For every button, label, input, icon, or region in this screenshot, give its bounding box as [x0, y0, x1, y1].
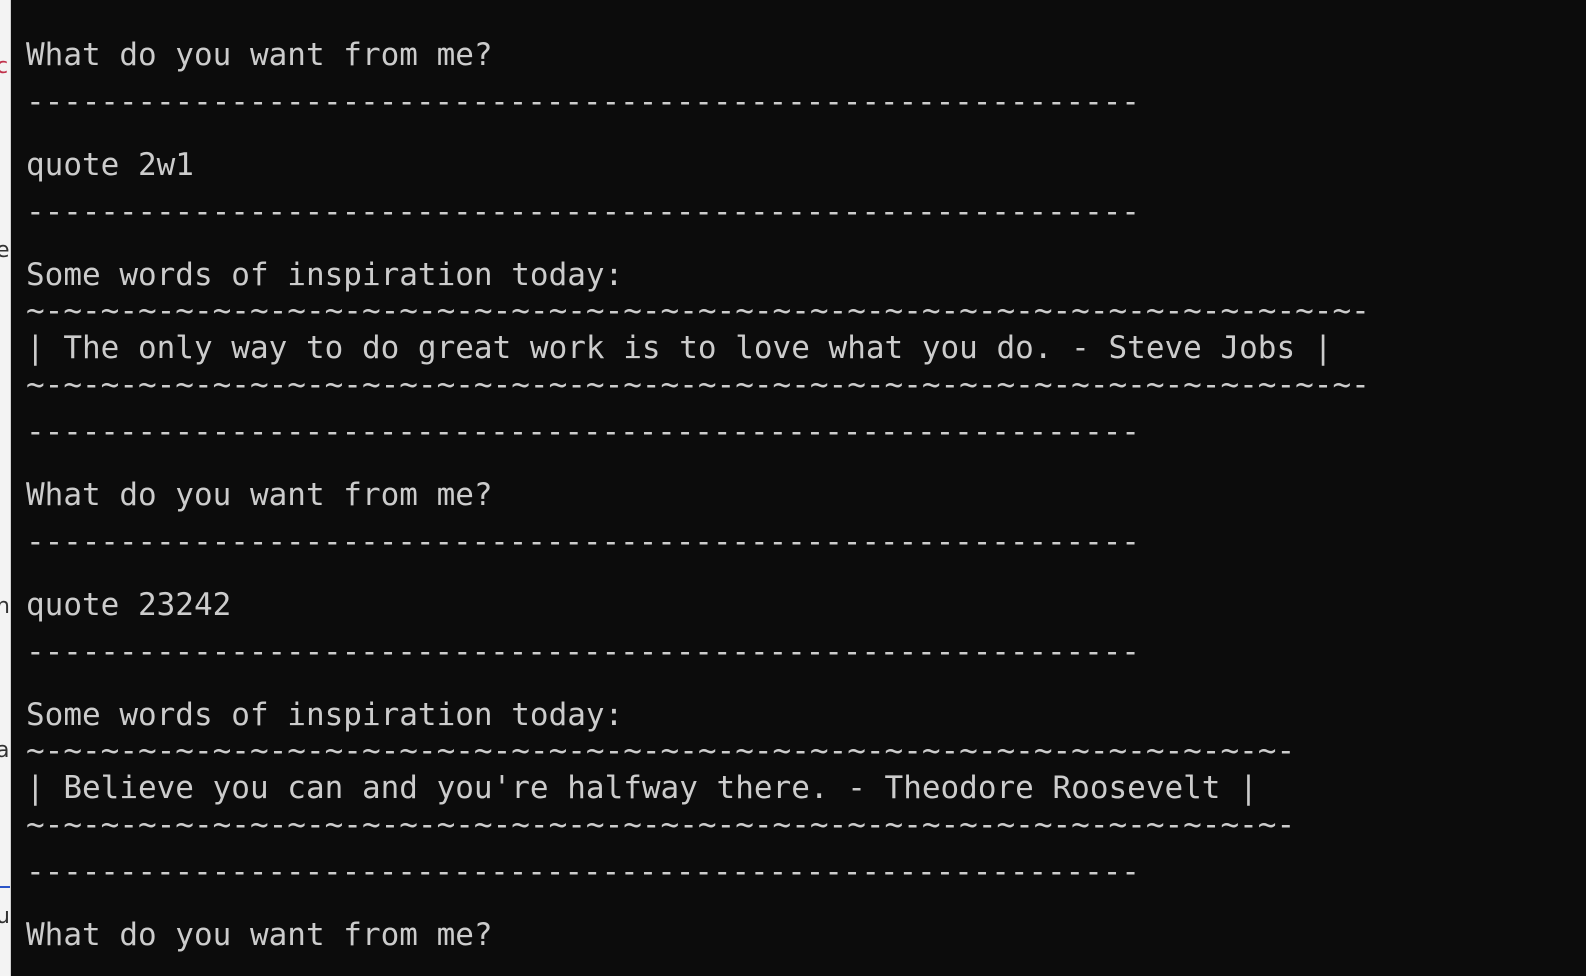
separator-line: ----------------------------------------…: [26, 414, 1140, 450]
quote-text: | Believe you can and you're halfway the…: [26, 770, 1258, 806]
command-line: quote 2w1: [26, 147, 194, 183]
section-header: Some words of inspiration today:: [26, 697, 624, 733]
background-text-fragment: e: [0, 240, 10, 262]
quote-border-bottom: ~-~-~-~-~-~-~-~-~-~-~-~-~-~-~-~-~-~-~-~-…: [26, 807, 1296, 843]
separator-line: ----------------------------------------…: [26, 854, 1140, 890]
prompt-line: What do you want from me?: [26, 917, 493, 953]
quote-border-top: ~-~-~-~-~-~-~-~-~-~-~-~-~-~-~-~-~-~-~-~-…: [26, 733, 1296, 769]
background-window-edge[interactable]: c e n a u: [0, 0, 11, 976]
terminal-window[interactable]: What do you want from me? --------------…: [11, 0, 1586, 976]
background-text-fragment: n: [0, 596, 10, 618]
prompt-line: What do you want from me?: [26, 477, 493, 513]
background-text-fragment: c: [0, 56, 8, 78]
background-text-fragment: u: [0, 906, 10, 928]
separator-line: ----------------------------------------…: [26, 524, 1140, 560]
terminal-output[interactable]: What do you want from me? --------------…: [26, 0, 1586, 953]
quote-border-bottom: ~-~-~-~-~-~-~-~-~-~-~-~-~-~-~-~-~-~-~-~-…: [26, 367, 1370, 403]
background-text-fragment: a: [0, 740, 9, 762]
separator-line: ----------------------------------------…: [26, 194, 1140, 230]
command-line: quote 23242: [26, 587, 232, 623]
background-link-underline: [0, 886, 10, 888]
quote-border-top: ~-~-~-~-~-~-~-~-~-~-~-~-~-~-~-~-~-~-~-~-…: [26, 293, 1370, 329]
screen: c e n a u What do you want from me? ----…: [0, 0, 1586, 976]
separator-line: ----------------------------------------…: [26, 84, 1140, 120]
separator-line: ----------------------------------------…: [26, 634, 1140, 670]
quote-text: | The only way to do great work is to lo…: [26, 330, 1333, 366]
section-header: Some words of inspiration today:: [26, 257, 624, 293]
prompt-line: What do you want from me?: [26, 37, 493, 73]
